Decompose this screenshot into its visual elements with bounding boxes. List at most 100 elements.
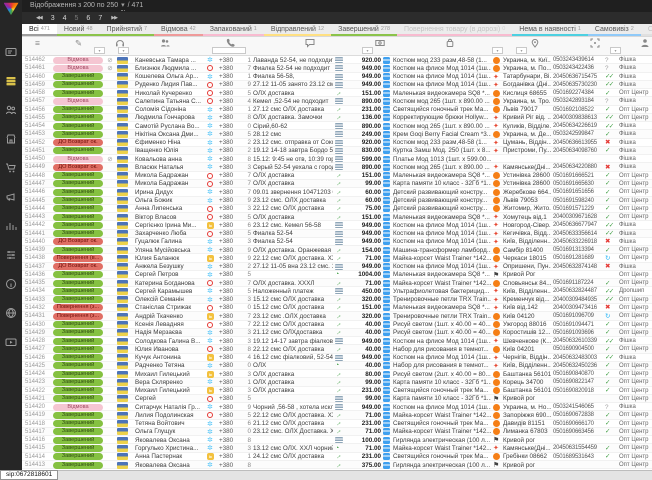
tab-самовивіз[interactable]: Самовивіз2 <box>588 24 641 36</box>
order-row[interactable]: 514419ЗавершенийЛилия Подолинская+380522… <box>22 411 652 419</box>
first-page-button[interactable]: ◀◀ <box>36 15 42 21</box>
sidebar-item-language[interactable] <box>0 300 22 329</box>
order-row[interactable]: 514443ЗавершенийВіктор Власов+3805ОЛХ до… <box>22 213 652 221</box>
payment-cell <box>335 230 346 238</box>
sidebar-item-shop[interactable] <box>0 126 22 155</box>
order-row[interactable]: 514442ЗавершенийСергієнко Ірина Ми...lc+… <box>22 221 652 229</box>
tab-відправлений[interactable]: Відправлений12 <box>264 24 331 36</box>
order-row[interactable]: 514425ЗавершенийРадченко Тетяна✲+3800ОЛХ… <box>22 362 652 370</box>
tab-новий[interactable]: Новий48 <box>57 24 100 36</box>
sidebar-item-statistics[interactable] <box>0 213 22 242</box>
filter-select-2[interactable]: ▾ <box>362 47 373 54</box>
order-row[interactable]: 514413ЗавершенийЯковалева Оксана✲+3808→3… <box>22 461 652 469</box>
sidebar-item-announcements[interactable] <box>0 184 22 213</box>
sidebar-item-dashboard[interactable] <box>0 39 22 68</box>
product-box-icon <box>383 280 390 287</box>
order-row[interactable]: 514433ЗавершенийОлексій Семанін✲+380315.… <box>22 296 652 304</box>
order-row[interactable]: 514445ЗавершенийОльга Божик✲+380923.12 с… <box>22 197 652 205</box>
order-row[interactable]: 514439ЗавершенийУляна Мусійовська✲+3809О… <box>22 246 652 254</box>
order-row[interactable]: 514462Відмова⊘Каневська Тамара ...✲+3801… <box>22 56 652 64</box>
tab-завершений[interactable]: Завершений278 <box>331 24 397 36</box>
tab-повернення-товару-в-дорозі-[interactable]: Повернення товару (в дорозі)0 <box>397 24 512 36</box>
order-row[interactable]: 514424ЗавершенийМихаил Гилецькийlc+3803О… <box>22 370 652 378</box>
page-button-3[interactable]: 3 <box>51 15 55 22</box>
order-row[interactable]: 514449ДО Возврат ок.Власюк Наталья✲+3803… <box>22 163 652 171</box>
last-page-button[interactable]: ▶▶ <box>111 15 117 21</box>
page-button-5[interactable]: 5 <box>75 15 79 22</box>
tab-прийнятий[interactable]: Прийнятий7 <box>100 24 155 36</box>
order-row[interactable]: 514416ЗавершенийЯковалева Оксана✲+380810… <box>22 436 652 444</box>
operator-cell: ✲ <box>207 263 217 271</box>
order-row[interactable]: 514448ЗавершенийМикола Бадражан+3807ОЛХ … <box>22 172 652 180</box>
order-row[interactable]: 514455ЗавершенийЛюдмила Гончарова✲+3808О… <box>22 114 652 122</box>
order-row[interactable]: 514457ВідмоваСалепина Татьяна С...+3804К… <box>22 97 652 105</box>
order-row[interactable]: 514461Відмова⊘Близнюк Людмила ...+3807Фи… <box>22 64 652 72</box>
order-row[interactable]: 514450Відмова⊘Ковальова анна✲+380815.12:… <box>22 155 652 163</box>
tab-всі[interactable]: Всі471 <box>22 24 57 36</box>
page-button-7[interactable]: 7 <box>98 15 102 22</box>
order-row[interactable]: 514417ЗавершенийОльга Глущук✲+380023.12 … <box>22 428 652 436</box>
order-id: 514427 <box>25 345 51 353</box>
order-row[interactable]: 514437ДО Возврат ок.Анжела Безушку✲+3802… <box>22 263 652 271</box>
filter-select-0[interactable]: ▾ <box>94 47 105 54</box>
order-row[interactable]: 514453ЗавершенийНікітіна Оксана Дми...✲+… <box>22 130 652 138</box>
order-row[interactable]: 514452ДО Возврат ок.Єфименко Ніна✲+38022… <box>22 139 652 147</box>
order-row[interactable]: 514431Повернення (з...Андрій Ткаченкоlc+… <box>22 312 652 320</box>
sidebar-item-orders[interactable] <box>0 68 22 97</box>
order-row[interactable]: 514420ВідмоваСитарчук Наталія Гр...✲+380… <box>22 403 652 411</box>
order-row[interactable]: 514421ЗавершенийСергей+380599.00Карта па… <box>22 395 652 403</box>
tab-запакований[interactable]: Запакований1 <box>203 24 264 36</box>
sidebar-item-video[interactable] <box>0 329 22 358</box>
filter-select-4[interactable]: ▾ <box>516 47 527 54</box>
status-badge-cell: Завершений <box>53 130 103 138</box>
status-info-icon <box>105 197 115 205</box>
page-button-4[interactable]: 4 <box>63 15 67 22</box>
order-row[interactable]: 514434ЗавершенийСергей Карамышев✲+3805На… <box>22 287 652 295</box>
order-row[interactable]: 514432Повернення (з...Станіслав Стрижак+… <box>22 304 652 312</box>
order-row[interactable]: 514436ЗавершенийСергей Петров✲+3805◔1004… <box>22 271 652 279</box>
tab-сервіси[interactable]: Сервіси0 <box>641 24 652 36</box>
product-box-icon <box>383 238 390 245</box>
order-row[interactable]: 514414ЗавершенийАнна Пастернакlc+380124.… <box>22 453 652 461</box>
order-row[interactable]: 514458ЗавершенийНиколай Кучеренко+3805ОЛ… <box>22 89 652 97</box>
order-row[interactable]: 514456ЗавершенийСоломія Сідоніна✲+380127… <box>22 106 652 114</box>
order-source: Опт Центр <box>619 279 652 287</box>
order-row[interactable]: 514441ЗавершенийЗахарченко Люба+3805Фиал… <box>22 230 652 238</box>
order-row[interactable]: 514423ЗавершенийВера Скляренко✲+3801ОЛХ … <box>22 378 652 386</box>
filter-input[interactable] <box>212 47 246 54</box>
order-row[interactable]: 514427ЗавершенийЮлия Иванова+380822.12 с… <box>22 345 652 353</box>
status-badge-cell: Завершений <box>53 221 103 229</box>
order-row[interactable]: 514440ДО Возврат ок.Гуцалюк Галина✲+3803… <box>22 238 652 246</box>
order-row[interactable]: 514428ЗавершенийСолодкова Галина В...✲+3… <box>22 337 652 345</box>
order-row[interactable]: 514454ЗавершенийСамотій Руслана Во...✲+3… <box>22 122 652 130</box>
filter-select-5[interactable]: ▾ <box>610 47 621 54</box>
order-row[interactable]: 514446ЗавершенийИрина Дидух✲+380709.01 з… <box>22 188 652 196</box>
sidebar-item-settings[interactable] <box>0 242 22 271</box>
order-row[interactable]: 514415ЗавершенийГоргулько Христина...✲+3… <box>22 444 652 452</box>
sidebar-item-info[interactable] <box>0 271 22 300</box>
order-row[interactable]: 514451ЗавершенийІващенко Юлія✲+380219.12… <box>22 147 652 155</box>
order-row[interactable]: 514444ЗавершенийАнна Липенська+380322.12… <box>22 205 652 213</box>
order-row[interactable]: 514426ЗавершенийКучук Антонинаlc+380416.… <box>22 354 652 362</box>
order-row[interactable]: 514447ЗавершенийМикола Бадражан+3807ОЛХ … <box>22 180 652 188</box>
order-row[interactable]: 514422ЗавершенийМихаил Гилецькийlc+3803О… <box>22 387 652 395</box>
tracking-number: 0501692274384 <box>553 89 603 97</box>
order-row[interactable]: 514435ЗавершенийКатерина Богданова+3807О… <box>22 279 652 287</box>
tab-нема-в-наявності[interactable]: Нема в наявності1 <box>512 24 588 36</box>
page-button-6[interactable]: 6 <box>86 15 90 22</box>
per-page-dropdown[interactable]: ▾ <box>121 1 125 11</box>
order-row[interactable]: 514430ЗавершенийКсенія Левадняя+380722.1… <box>22 321 652 329</box>
order-row[interactable]: 514460ЗавершенийКошелева Ольга Ар...✲+38… <box>22 73 652 81</box>
order-row[interactable]: 514429ЗавершенийНадія Мерзаєва✲+380321.1… <box>22 329 652 337</box>
filter-select-3[interactable]: ▾ <box>492 47 503 54</box>
product-icon-cell <box>383 114 391 122</box>
client-name: Кучук Антонина <box>135 354 205 362</box>
sidebar-item-cart[interactable] <box>0 155 22 184</box>
sidebar-item-clients[interactable] <box>0 97 22 126</box>
order-row[interactable]: 514438Повернення (в...Юлия Баланюкlc+380… <box>22 254 652 262</box>
order-row[interactable]: 514418ЗавершенийТетяна Войтович✲+380621.… <box>22 420 652 428</box>
tab-відмова[interactable]: Відмова42 <box>154 24 203 36</box>
filter-select-1[interactable]: ▾ <box>118 47 129 54</box>
app-logo-icon[interactable] <box>4 2 19 15</box>
order-row[interactable]: 514459ЗавершенийРуденко Лидия Пав...+380… <box>22 81 652 89</box>
